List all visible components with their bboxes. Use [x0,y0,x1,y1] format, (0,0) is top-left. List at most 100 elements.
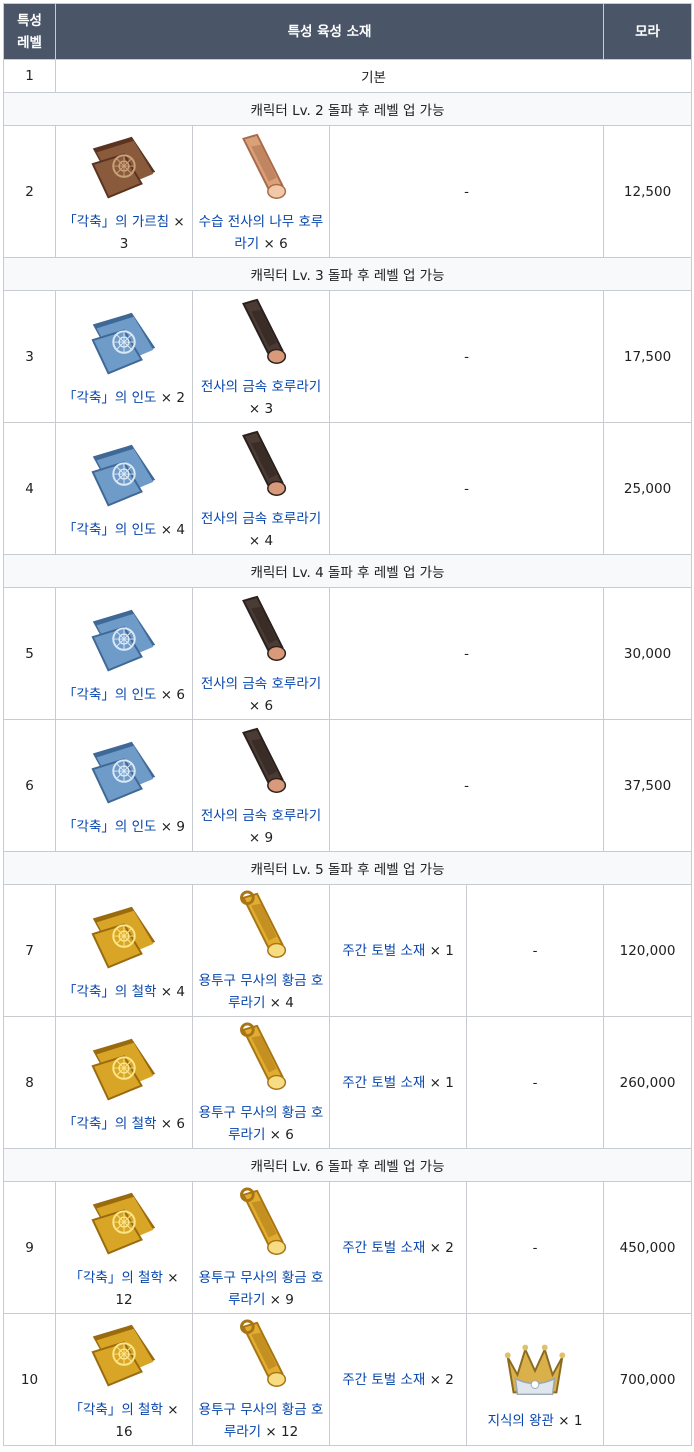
whistle-qty: × 6 [263,235,288,252]
weekly-boss-link[interactable]: 주간 토벌 소재 [342,943,425,959]
level-cell: 9 [3,1181,56,1314]
book-cell: 「각축」의 인도 × 6 [55,587,193,720]
empty-material-cell: - [328,587,605,720]
gold-whistle-icon[interactable] [222,1185,300,1263]
whistle-link[interactable]: 용투구 무사의 황금 호루라기 [199,1105,324,1143]
weekly-boss-link[interactable]: 주간 토벌 소재 [342,1240,425,1256]
ascension-note: 캐릭터 Lv. 4 돌파 후 레벨 업 가능 [2,554,693,588]
book-link[interactable]: 「각축」의 가르침 [63,214,169,230]
metal-whistle-icon[interactable] [222,426,300,504]
level-cell: 8 [3,1016,56,1149]
bronze-book-icon[interactable] [85,129,163,207]
level-cell: 5 [3,587,56,720]
crown-link[interactable]: 지식의 왕관 [488,1413,554,1429]
gold-whistle-icon[interactable] [222,1317,300,1395]
ascension-note: 캐릭터 Lv. 6 돌파 후 레벨 업 가능 [2,1148,693,1182]
metal-whistle-icon[interactable] [222,723,300,801]
whistle-qty: × 12 [265,1423,299,1440]
level-cell: 2 [3,125,56,258]
whistle-link[interactable]: 용투구 무사의 황금 호루라기 [199,973,324,1011]
book-link[interactable]: 「각축」의 철학 [69,1402,162,1418]
gold-book-icon[interactable] [85,1317,163,1395]
whistle-link[interactable]: 전사의 금속 호루라기 [201,676,321,692]
whistle-qty: × 4 [269,994,294,1011]
ascension-note: 캐릭터 Lv. 3 돌파 후 레벨 업 가능 [2,257,693,291]
book-link[interactable]: 「각축」의 인도 [63,522,156,538]
whistle-cell: 전사의 금속 호루라기 × 3 [192,290,330,423]
whistle-link[interactable]: 수습 전사의 나무 호루라기 [199,214,324,252]
whistle-link[interactable]: 용투구 무사의 황금 호루라기 [199,1402,324,1440]
book-qty: × 6 [160,686,185,703]
crown-cell: - [465,1016,605,1149]
gold-whistle-icon[interactable] [222,1020,300,1098]
metal-whistle-icon[interactable] [222,591,300,669]
book-link[interactable]: 「각축」의 철학 [69,1270,162,1286]
level-cell: 1 [3,59,56,93]
whistle-link[interactable]: 용투구 무사의 황금 호루라기 [199,1270,324,1308]
book-qty: × 2 [160,389,185,406]
gold-whistle-icon[interactable] [222,888,300,966]
whistle-cell: 용투구 무사의 황금 호루라기 × 6 [192,1016,330,1149]
whistle-qty: × 6 [269,1126,294,1143]
book-link[interactable]: 「각축」의 인도 [63,390,156,406]
mora-cell: 25,000 [603,422,693,555]
book-qty: × 6 [160,1115,185,1132]
weekly-boss-cell: 주간 토벌 소재 × 2 [329,1181,467,1314]
whistle-cell: 전사의 금속 호루라기 × 9 [192,719,330,852]
book-cell: 「각축」의 가르침 × 3 [55,125,193,258]
whistle-cell: 전사의 금속 호루라기 × 4 [192,422,330,555]
metal-whistle-icon[interactable] [222,294,300,372]
header-level: 특성 레벨 [3,3,56,60]
weekly-boss-link[interactable]: 주간 토벌 소재 [342,1372,425,1388]
mora-cell: 30,000 [603,587,693,720]
empty-material-cell: - [328,125,605,258]
header-mora: 모라 [603,3,693,60]
book-cell: 「각축」의 인도 × 9 [55,719,193,852]
talent-material-table: 특성 레벨 특성 육성 소재 모라 1 기본 캐릭터 Lv. 2 돌파 후 레벨 … [2,3,693,1446]
book-cell: 「각축」의 철학 × 6 [55,1016,193,1149]
book-link[interactable]: 「각축」의 인도 [63,687,156,703]
level-cell: 4 [3,422,56,555]
book-cell: 「각축」의 철학 × 12 [55,1181,193,1314]
whistle-link[interactable]: 전사의 금속 호루라기 [201,511,321,527]
blue-book-icon[interactable] [85,305,163,383]
whistle-cell: 용투구 무사의 황금 호루라기 × 12 [192,1313,330,1446]
book-qty: × 4 [160,983,185,1000]
weekly-boss-link[interactable]: 주간 토벌 소재 [342,1075,425,1091]
mora-cell: 120,000 [603,884,693,1017]
level-cell: 7 [3,884,56,1017]
book-link[interactable]: 「각축」의 철학 [63,984,156,1000]
blue-book-icon[interactable] [85,437,163,515]
crown-cell: - [465,884,605,1017]
weekly-boss-qty: × 1 [429,942,454,959]
weekly-boss-cell: 주간 토벌 소재 × 1 [329,1016,467,1149]
level-cell: 10 [3,1313,56,1446]
mora-cell: 450,000 [603,1181,693,1314]
gold-book-icon[interactable] [85,1185,163,1263]
book-cell: 「각축」의 인도 × 4 [55,422,193,555]
empty-material-cell: - [328,290,605,423]
crown-qty: × 1 [558,1412,583,1429]
crown-icon[interactable] [496,1328,574,1406]
book-link[interactable]: 「각축」의 인도 [63,819,156,835]
empty-material-cell: - [328,719,605,852]
weekly-boss-qty: × 1 [429,1074,454,1091]
whistle-qty: × 9 [269,1291,294,1308]
crown-cell: 지식의 왕관 × 1 [465,1313,605,1446]
whistle-qty: × 9 [248,829,274,846]
gold-book-icon[interactable] [85,899,163,977]
weekly-boss-cell: 주간 토벌 소재 × 2 [329,1313,467,1446]
gold-book-icon[interactable] [85,1031,163,1109]
ascension-note: 캐릭터 Lv. 5 돌파 후 레벨 업 가능 [2,851,693,885]
level-cell: 6 [3,719,56,852]
whistle-link[interactable]: 전사의 금속 호루라기 [201,808,321,824]
blue-book-icon[interactable] [85,734,163,812]
whistle-cell: 수습 전사의 나무 호루라기 × 6 [192,125,330,258]
wood-whistle-icon[interactable] [222,129,300,207]
book-qty: × 9 [160,818,185,835]
blue-book-icon[interactable] [85,602,163,680]
empty-material-cell: - [328,422,605,555]
whistle-link[interactable]: 전사의 금속 호루라기 [201,379,321,395]
weekly-boss-qty: × 2 [429,1371,454,1388]
book-link[interactable]: 「각축」의 철학 [63,1116,156,1132]
